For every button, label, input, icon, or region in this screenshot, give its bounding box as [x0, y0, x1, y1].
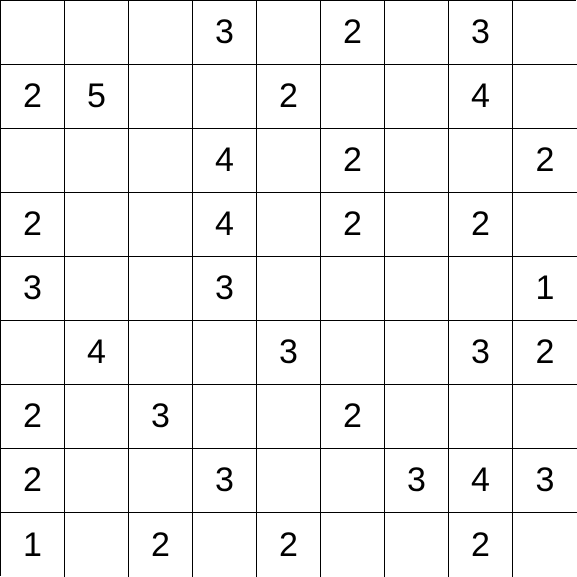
grid-cell[interactable]: 2 [257, 65, 321, 129]
grid-cell[interactable] [385, 65, 449, 129]
grid-cell[interactable] [1, 1, 65, 65]
grid-cell[interactable]: 3 [449, 1, 513, 65]
grid-cell[interactable] [513, 193, 577, 257]
grid-cell[interactable]: 4 [65, 321, 129, 385]
grid-cell[interactable] [321, 257, 385, 321]
grid-cell[interactable]: 4 [193, 129, 257, 193]
grid-cell[interactable]: 2 [1, 193, 65, 257]
grid-cell[interactable] [65, 1, 129, 65]
grid-cell[interactable] [321, 65, 385, 129]
grid-cell[interactable] [385, 1, 449, 65]
grid-cell[interactable] [385, 257, 449, 321]
grid-cell[interactable]: 2 [513, 129, 577, 193]
grid-cell[interactable]: 1 [1, 513, 65, 577]
grid-cell[interactable] [129, 449, 193, 513]
grid-cell[interactable] [129, 257, 193, 321]
grid-cell[interactable] [513, 1, 577, 65]
grid-cell[interactable] [257, 385, 321, 449]
grid-cell[interactable]: 3 [193, 257, 257, 321]
grid-cell[interactable] [449, 257, 513, 321]
grid-cell[interactable] [129, 65, 193, 129]
grid-cell[interactable] [129, 193, 193, 257]
grid-cell[interactable] [129, 129, 193, 193]
grid-cell[interactable] [1, 321, 65, 385]
grid-cell[interactable] [385, 193, 449, 257]
grid-cell[interactable]: 5 [65, 65, 129, 129]
grid-cell[interactable] [65, 449, 129, 513]
grid-cell[interactable] [321, 513, 385, 577]
grid-cell[interactable]: 3 [1, 257, 65, 321]
grid-cell[interactable] [65, 129, 129, 193]
grid-cell[interactable] [65, 513, 129, 577]
grid-cell[interactable] [193, 65, 257, 129]
grid-cell[interactable]: 2 [321, 193, 385, 257]
grid-cell[interactable] [65, 257, 129, 321]
grid-cell[interactable] [385, 129, 449, 193]
grid-cell[interactable] [449, 129, 513, 193]
grid-cell[interactable] [513, 65, 577, 129]
grid-cell[interactable]: 2 [129, 513, 193, 577]
grid-cell[interactable]: 3 [513, 449, 577, 513]
grid-cell[interactable] [385, 513, 449, 577]
grid-cell[interactable] [385, 321, 449, 385]
grid-cell[interactable]: 4 [449, 449, 513, 513]
grid-cell[interactable]: 3 [129, 385, 193, 449]
grid-cell[interactable] [257, 1, 321, 65]
grid-cell[interactable]: 3 [257, 321, 321, 385]
grid-cell[interactable]: 3 [449, 321, 513, 385]
grid-cell[interactable] [193, 513, 257, 577]
grid-cell[interactable]: 3 [193, 1, 257, 65]
grid-cell[interactable] [257, 449, 321, 513]
grid-cell[interactable] [129, 1, 193, 65]
grid-cell[interactable]: 2 [449, 193, 513, 257]
grid-cell[interactable] [513, 513, 577, 577]
grid-cell[interactable] [321, 449, 385, 513]
grid-cell[interactable] [1, 129, 65, 193]
grid-cell[interactable] [65, 193, 129, 257]
grid-cell[interactable]: 2 [321, 129, 385, 193]
grid-cell[interactable] [65, 385, 129, 449]
grid-cell[interactable]: 4 [193, 193, 257, 257]
grid-cell[interactable]: 2 [1, 385, 65, 449]
grid-cell[interactable]: 2 [449, 513, 513, 577]
grid-cell[interactable]: 3 [385, 449, 449, 513]
grid-cell[interactable]: 2 [1, 65, 65, 129]
grid-cell[interactable]: 2 [321, 385, 385, 449]
grid-cell[interactable] [129, 321, 193, 385]
grid-cell[interactable] [257, 129, 321, 193]
grid-cell[interactable]: 3 [193, 449, 257, 513]
grid-cell[interactable] [257, 257, 321, 321]
grid-cell[interactable]: 1 [513, 257, 577, 321]
grid-cell[interactable] [257, 193, 321, 257]
grid-cell[interactable]: 2 [321, 1, 385, 65]
grid-cell[interactable] [449, 385, 513, 449]
grid-cell[interactable] [321, 321, 385, 385]
grid-cell[interactable]: 4 [449, 65, 513, 129]
grid-cell[interactable]: 2 [513, 321, 577, 385]
grid-cell[interactable] [385, 385, 449, 449]
grid-cell[interactable]: 2 [1, 449, 65, 513]
grid-cell[interactable]: 2 [257, 513, 321, 577]
grid-cell[interactable] [193, 385, 257, 449]
number-grid: 323252442224223314332232233431222 [0, 0, 576, 576]
grid-cell[interactable] [193, 321, 257, 385]
grid-cell[interactable] [513, 385, 577, 449]
